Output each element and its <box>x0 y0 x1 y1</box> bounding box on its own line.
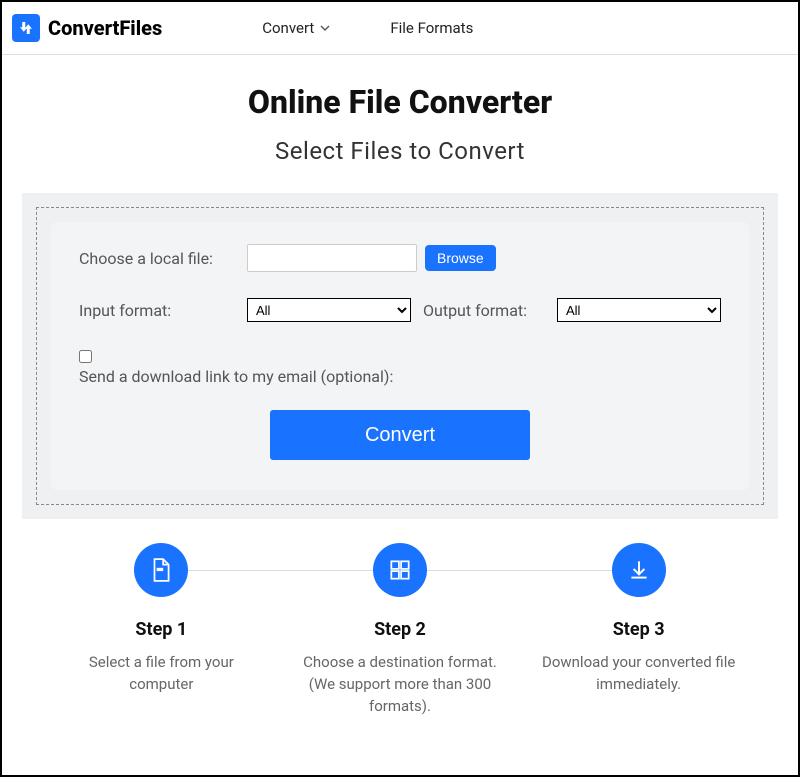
page-subtitle: Select Files to Convert <box>22 137 778 165</box>
choose-file-label: Choose a local file: <box>79 249 239 268</box>
input-format-label: Input format: <box>79 301 239 320</box>
converter-panel: Choose a local file: Browse Input format… <box>51 222 749 490</box>
grid-icon <box>373 543 427 597</box>
nav: Convert File Formats <box>262 19 473 37</box>
step-2-title: Step 2 <box>290 619 510 640</box>
browse-button[interactable]: Browse <box>425 245 496 271</box>
nav-formats[interactable]: File Formats <box>390 19 473 37</box>
converter-panel-dashed: Choose a local file: Browse Input format… <box>36 207 764 505</box>
step-3-desc: Download your converted file immediately… <box>529 652 749 696</box>
logo-icon <box>12 14 40 42</box>
input-format-select[interactable]: All <box>247 298 411 322</box>
download-icon <box>612 543 666 597</box>
nav-convert-label: Convert <box>262 19 314 37</box>
output-format-label: Output format: <box>423 301 527 320</box>
header: ConvertFiles Convert File Formats <box>2 2 798 55</box>
converter-panel-outer: Choose a local file: Browse Input format… <box>22 193 778 519</box>
email-checkbox[interactable] <box>79 350 92 363</box>
step-3-title: Step 3 <box>529 619 749 640</box>
file-input[interactable] <box>247 244 417 272</box>
file-icon <box>134 543 188 597</box>
step-2: Step 2 Choose a destination format. (We … <box>290 543 510 717</box>
logo-text: ConvertFiles <box>48 16 162 40</box>
page-title: Online File Converter <box>22 83 778 121</box>
step-1-desc: Select a file from your computer <box>51 652 271 696</box>
output-format-select[interactable]: All <box>557 298 721 322</box>
step-3: Step 3 Download your converted file imme… <box>529 543 749 717</box>
format-row: Input format: All Output format: All <box>79 298 721 322</box>
convert-button[interactable]: Convert <box>270 410 530 460</box>
step-2-desc: Choose a destination format. (We support… <box>290 652 510 717</box>
steps: Step 1 Select a file from your computer … <box>22 543 778 717</box>
email-row: Send a download link to my email (option… <box>79 348 721 386</box>
chevron-down-icon <box>320 23 330 33</box>
email-label: Send a download link to my email (option… <box>79 367 721 386</box>
nav-formats-label: File Formats <box>390 19 473 37</box>
step-1: Step 1 Select a file from your computer <box>51 543 271 717</box>
file-row: Choose a local file: Browse <box>79 244 721 272</box>
main: Online File Converter Select Files to Co… <box>2 55 798 717</box>
step-1-title: Step 1 <box>51 619 271 640</box>
nav-convert[interactable]: Convert <box>262 19 330 37</box>
logo[interactable]: ConvertFiles <box>12 14 162 42</box>
